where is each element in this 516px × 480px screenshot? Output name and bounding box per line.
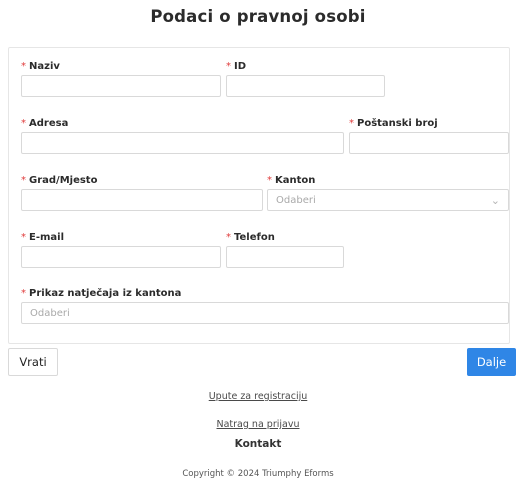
email-label: * E-mail (21, 232, 64, 243)
postanski-broj-input[interactable] (349, 132, 509, 154)
id-label-text: ID (234, 61, 247, 72)
grad-input[interactable] (21, 189, 263, 211)
naziv-label: * Naziv (21, 61, 60, 72)
copyright-text: Copyright © 2024 Triumphy Eforms (182, 469, 334, 479)
id-input[interactable] (226, 75, 385, 97)
required-mark: * (21, 175, 26, 186)
required-mark: * (349, 118, 354, 129)
postanski-broj-label: * Poštanski broj (349, 118, 438, 129)
prikaz-select-placeholder: Odaberi (30, 307, 70, 319)
prikaz-label-text: Prikaz natječaja iz kantona (29, 288, 182, 299)
required-mark: * (21, 288, 26, 299)
id-label: * ID (226, 61, 246, 72)
telefon-label: * Telefon (226, 232, 275, 243)
telefon-label-text: Telefon (234, 232, 275, 243)
postanski-broj-label-text: Poštanski broj (357, 118, 438, 129)
registration-guide-link[interactable]: Upute za registraciju (0, 391, 516, 402)
required-mark: * (226, 61, 231, 72)
adresa-input[interactable] (21, 132, 344, 154)
required-mark: * (226, 232, 231, 243)
telefon-input[interactable] (226, 246, 344, 268)
adresa-label: * Adresa (21, 118, 68, 129)
prikaz-select[interactable]: Odaberi (21, 302, 509, 324)
kanton-label: * Kanton (267, 175, 315, 186)
legal-entity-form: * Naziv * ID * Adresa * Poštanski broj * Grad… (8, 47, 510, 344)
chevron-down-icon: ⌄ (490, 193, 500, 207)
naziv-label-text: Naziv (29, 61, 60, 72)
naziv-input[interactable] (21, 75, 221, 97)
kanton-select[interactable]: Odaberi ⌄ (267, 189, 509, 211)
back-to-login-link[interactable]: Natrag na prijavu (0, 419, 516, 430)
contact-heading: Kontakt (234, 438, 282, 450)
email-input[interactable] (21, 246, 221, 268)
next-button[interactable]: Dalje (467, 348, 516, 376)
required-mark: * (21, 61, 26, 72)
grad-label-text: Grad/Mjesto (29, 175, 98, 186)
email-label-text: E-mail (29, 232, 65, 243)
grad-label: * Grad/Mjesto (21, 175, 97, 186)
page-title: Podaci o pravnoj osobi (150, 7, 366, 26)
kanton-label-text: Kanton (275, 175, 316, 186)
back-button[interactable]: Vrati (8, 348, 58, 376)
required-mark: * (267, 175, 272, 186)
kanton-select-placeholder: Odaberi (276, 194, 316, 206)
prikaz-label: * Prikaz natječaja iz kantona (21, 288, 181, 299)
required-mark: * (21, 118, 26, 129)
required-mark: * (21, 232, 26, 243)
adresa-label-text: Adresa (29, 118, 69, 129)
